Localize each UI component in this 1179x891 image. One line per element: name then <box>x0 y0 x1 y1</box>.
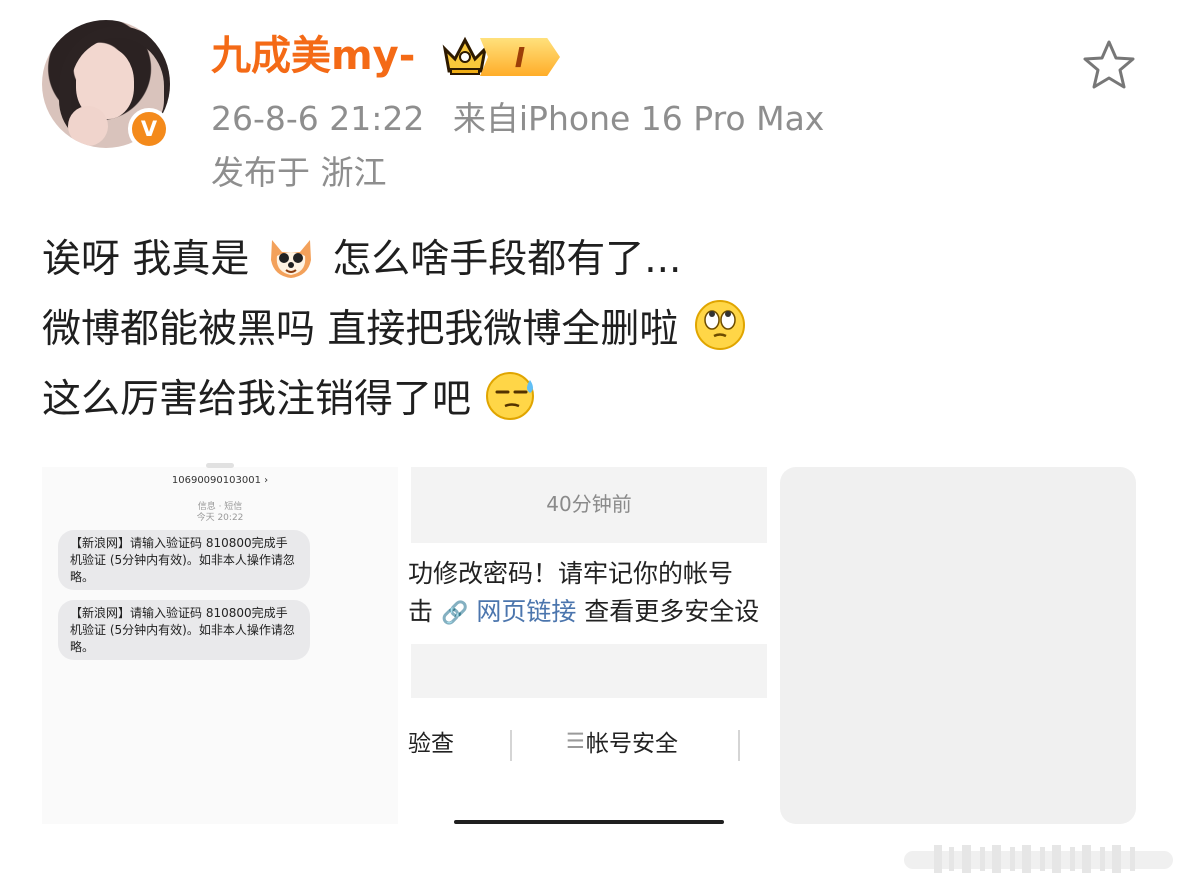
post-time: 26-8-6 21:22 <box>211 99 425 138</box>
post-line-1-text-b: 怎么啥手段都有了... <box>332 237 682 282</box>
level-badge: I <box>480 38 560 76</box>
post-line-2: 微博都能被黑吗 直接把我微博全删啦 <box>42 298 749 362</box>
dog-emoji-icon <box>270 240 311 278</box>
post-location: 发布于 浙江 <box>211 153 387 192</box>
post-line-3-text: 这么厉害给我注销得了吧 <box>42 377 472 422</box>
star-outline-icon[interactable] <box>1080 37 1138 95</box>
sms-bubble: 【新浪网】请输入验证码 810800完成手机验证 (5分钟内有效)。如非本人操作… <box>58 530 310 590</box>
username[interactable]: 九成美my- <box>211 28 415 84</box>
sms-number: 10690090103001 › <box>171 475 269 486</box>
security-message-line-1: 功修改密码！请牢记你的帐号 <box>408 559 734 588</box>
post-line-1: 诶呀 我真是 怎么啥手段都有了... <box>42 228 681 292</box>
barcode-watermark-icon <box>904 845 1173 873</box>
tab-separator <box>738 730 740 761</box>
sms-type: 信息 · 短信 <box>197 502 243 512</box>
security-message-prefix: 击 <box>408 597 434 626</box>
web-link[interactable]: 网页链接 <box>476 597 576 626</box>
post-source: 来自iPhone 16 Pro Max <box>452 99 825 138</box>
link-icon: 🔗 <box>440 601 469 626</box>
avatar-hand <box>68 106 108 146</box>
eye-roll-emoji-icon <box>694 300 745 350</box>
security-message-suffix: 查看更多安全设 <box>584 597 760 626</box>
blank-image-placeholder[interactable] <box>780 467 1136 824</box>
menu-icon: ☰ <box>566 729 585 753</box>
post-line-2-text: 微博都能被黑吗 直接把我微博全删啦 <box>42 307 679 352</box>
tab-separator <box>510 730 512 761</box>
post-line-1-text-a: 诶呀 我真是 <box>42 237 250 282</box>
security-message-line-2: 击 🔗 网页链接 查看更多安全设 <box>408 594 767 632</box>
security-check-tab[interactable]: 验查 <box>408 727 454 761</box>
account-security-tab[interactable]: 帐号安全 <box>586 727 678 761</box>
sms-bubble: 【新浪网】请输入验证码 810800完成手机验证 (5分钟内有效)。如非本人操作… <box>58 600 310 660</box>
post-line-3: 这么厉害给我注销得了吧 <box>42 368 541 432</box>
sweat-emoji-icon <box>486 372 535 420</box>
verified-badge: V <box>128 108 170 150</box>
sms-date: 今天 20:22 <box>196 513 244 523</box>
image-bottom-line <box>454 820 724 824</box>
security-time: 40分钟前 <box>546 492 632 516</box>
top-pill <box>206 463 234 468</box>
security-action-bar <box>411 698 767 824</box>
post-meta: 26-8-6 21:22 来自iPhone 16 Pro Max <box>211 96 824 142</box>
